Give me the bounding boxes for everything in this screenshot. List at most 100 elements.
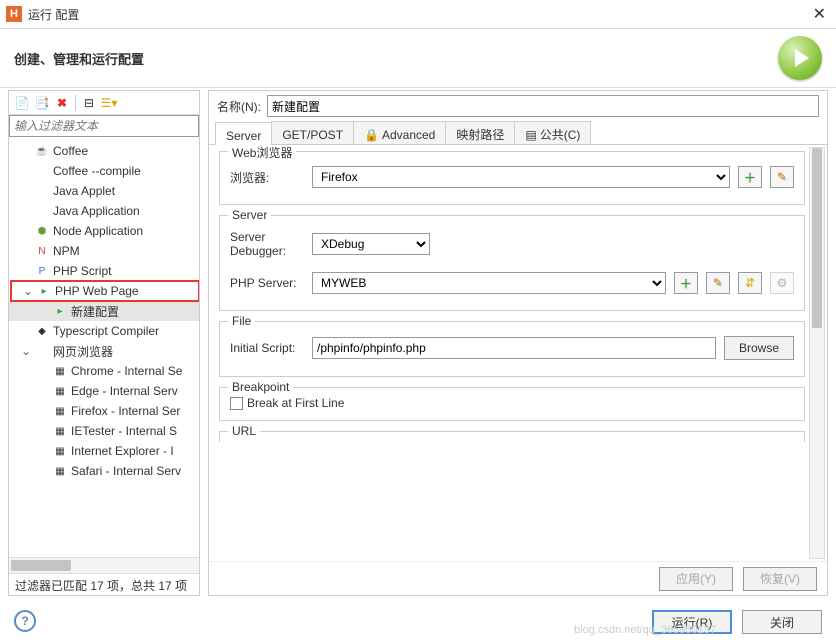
tree-item-label: Typescript Compiler (53, 324, 159, 338)
tree-item[interactable]: ⌄▸PHP Web Page (11, 281, 199, 301)
main-panel: 名称(N): ServerGET/POST🔒Advanced映射路径▤公共(C)… (208, 90, 828, 596)
tab-[interactable]: 映射路径 (445, 121, 515, 144)
tab-c[interactable]: ▤公共(C) (514, 121, 591, 144)
lock-icon: 🔒 (364, 128, 379, 142)
tree-item-icon: ▦ (53, 444, 67, 458)
sidebar-scrollbar-h[interactable] (9, 557, 199, 573)
tree-item-icon: ▦ (53, 424, 67, 438)
phpserver-select[interactable]: MYWEB (312, 272, 666, 294)
collapse-icon[interactable]: ⊟ (80, 94, 98, 112)
tree-item-icon: P (35, 264, 49, 278)
group-web-browser: Web浏览器 (228, 145, 296, 161)
tree-item-label: PHP Web Page (55, 284, 139, 298)
tree-item-label: Edge - Internal Serv (71, 384, 178, 398)
tree-item-icon: ▦ (53, 384, 67, 398)
tree-item-label: 网页浏览器 (53, 343, 113, 360)
tree-item-label: Coffee --compile (53, 164, 141, 178)
tabs: ServerGET/POST🔒Advanced映射路径▤公共(C) (209, 121, 827, 145)
tree-item[interactable]: ▦ Edge - Internal Serv (9, 381, 199, 401)
tree-item[interactable]: P PHP Script (9, 261, 199, 281)
sidebar-footer: 过滤器已匹配 17 项，总共 17 项 (9, 573, 199, 595)
tab-getpost[interactable]: GET/POST (271, 121, 354, 144)
sidebar-toolbar: 📄 📑 ✖ ⊟ ☰▾ (9, 91, 199, 115)
delete-icon[interactable]: ✖ (53, 94, 71, 112)
header-subtitle: 创建、管理和运行配置 (14, 49, 778, 68)
tree-item-label: NPM (53, 244, 80, 258)
tree-item[interactable]: ▦ Firefox - Internal Ser (9, 401, 199, 421)
tab-server[interactable]: Server (215, 122, 272, 145)
tree-item[interactable]: ▦ Chrome - Internal Se (9, 361, 199, 381)
add-server-button[interactable]: ＋ (674, 272, 698, 294)
tree-item[interactable]: ▦ Internet Explorer - I (9, 441, 199, 461)
tree-item[interactable]: NNPM (9, 241, 199, 261)
tree-item-label: Safari - Internal Serv (71, 464, 181, 478)
tree-item-label: 新建配置 (71, 303, 119, 320)
copy-icon[interactable]: 📑 (33, 94, 51, 112)
filter-menu-icon[interactable]: ☰▾ (100, 94, 118, 112)
tree-item[interactable]: ⌄网页浏览器 (9, 341, 199, 361)
group-breakpoint: Breakpoint (228, 380, 293, 394)
tree-item-icon: ▦ (53, 404, 67, 418)
tree-item-icon: ▦ (53, 464, 67, 478)
name-input[interactable] (267, 95, 819, 117)
sidebar: 📄 📑 ✖ ⊟ ☰▾ ☕Coffee Coffee --compile Java A… (8, 90, 200, 596)
tree-item-icon: ▸ (37, 284, 51, 298)
tree-item-icon (35, 164, 49, 178)
name-label: 名称(N): (217, 98, 261, 115)
form-scrollbar-v[interactable] (809, 147, 825, 559)
browse-button[interactable]: Browse (724, 336, 794, 360)
window-title: 运行 配置 (28, 6, 809, 23)
tree-item-label: PHP Script (53, 264, 111, 278)
tree-item-icon (35, 344, 49, 358)
run-icon[interactable] (778, 36, 822, 80)
tree-item-label: Java Application (53, 204, 140, 218)
new-icon[interactable]: 📄 (13, 94, 31, 112)
tree-item[interactable]: Java Applet (9, 181, 199, 201)
tree-item[interactable]: ▦ Safari - Internal Serv (9, 461, 199, 481)
tree-item[interactable]: Coffee --compile (9, 161, 199, 181)
filter-input[interactable] (9, 115, 199, 137)
tree-item-label: IETester - Internal S (71, 424, 177, 438)
tree-item[interactable]: ◆ Typescript Compiler (9, 321, 199, 341)
break-first-line-checkbox[interactable]: Break at First Line (230, 396, 794, 410)
tree-item[interactable]: ▦ IETester - Internal S (9, 421, 199, 441)
close-icon[interactable]: ✕ (809, 4, 830, 24)
tab-advanced[interactable]: 🔒Advanced (353, 121, 446, 144)
apply-button[interactable]: 应用(Y) (659, 567, 733, 591)
run-button[interactable]: 运行(R) (652, 610, 732, 634)
tree-item-icon: ▦ (53, 364, 67, 378)
app-icon: H (6, 6, 22, 22)
close-button[interactable]: 关闭 (742, 610, 822, 634)
tree-item-icon: ☕ (35, 144, 49, 158)
help-icon[interactable]: ? (14, 610, 36, 632)
initial-script-label: Initial Script: (230, 341, 304, 355)
config-tree[interactable]: ☕Coffee Coffee --compile Java Applet Java A… (9, 137, 199, 557)
tree-item-icon: ▸ (53, 304, 67, 318)
browser-label: 浏览器: (230, 169, 304, 186)
common-icon: ▤ (525, 128, 536, 142)
revert-button[interactable]: 恢复(V) (743, 567, 817, 591)
tree-item[interactable]: ▸ 新建配置 (9, 301, 199, 321)
phpserver-label: PHP Server: (230, 276, 304, 290)
group-file: File (228, 314, 255, 328)
tree-item-icon (35, 204, 49, 218)
tree-item-label: Node Application (53, 224, 143, 238)
tree-item[interactable]: ⬢Node Application (9, 221, 199, 241)
tree-item[interactable]: ☕Coffee (9, 141, 199, 161)
tree-item-label: Internet Explorer - I (71, 444, 174, 458)
tree-item-label: Firefox - Internal Ser (71, 404, 180, 418)
tree-item-label: Chrome - Internal Se (71, 364, 182, 378)
add-browser-button[interactable]: ＋ (738, 166, 762, 188)
tree-item-icon: ◆ (35, 324, 49, 338)
edit-browser-button[interactable]: ✎ (770, 166, 794, 188)
settings-server-button[interactable]: ⚙ (770, 272, 794, 294)
browser-select[interactable]: Firefox (312, 166, 730, 188)
group-url: URL (228, 424, 260, 438)
debugger-select[interactable]: XDebug (312, 233, 430, 255)
edit-server-button[interactable]: ✎ (706, 272, 730, 294)
initial-script-input[interactable] (312, 337, 716, 359)
reorder-server-button[interactable]: ⇵ (738, 272, 762, 294)
group-server: Server (228, 208, 271, 222)
tree-item[interactable]: Java Application (9, 201, 199, 221)
tree-item-icon (35, 184, 49, 198)
